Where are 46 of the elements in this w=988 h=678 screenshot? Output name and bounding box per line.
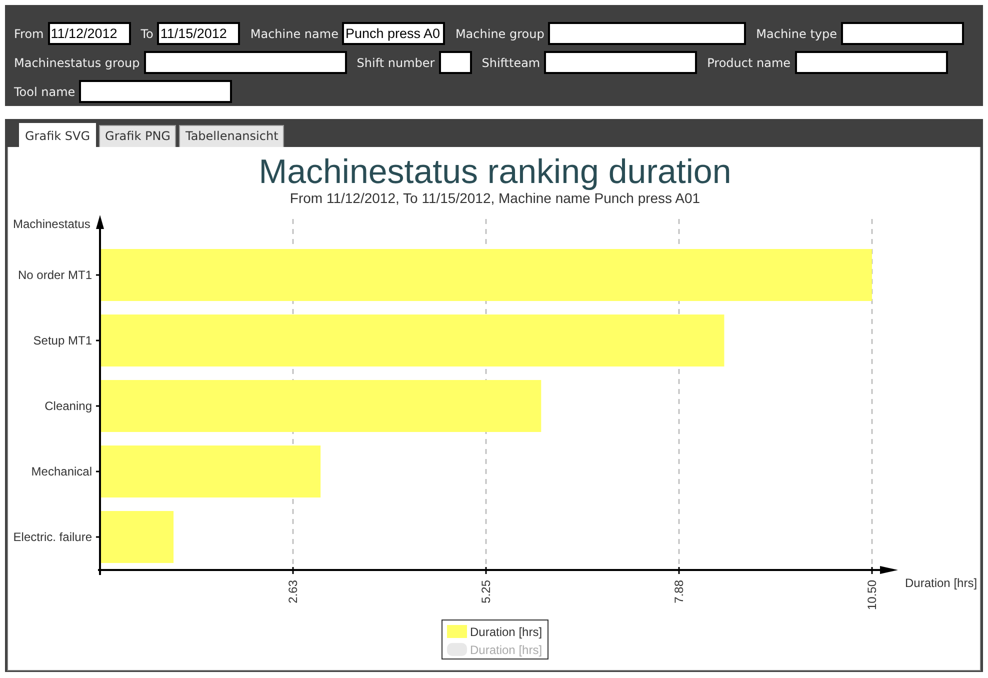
field-label: Machinestatus group bbox=[14, 54, 140, 72]
tick-label: 10.50 bbox=[865, 580, 879, 610]
category-label: Mechanical bbox=[31, 464, 92, 478]
input-field[interactable] bbox=[548, 22, 746, 45]
tick-mark bbox=[678, 567, 680, 574]
field-label: Machine group bbox=[455, 26, 544, 42]
input-field[interactable] bbox=[79, 80, 232, 103]
input-field[interactable] bbox=[438, 51, 472, 74]
category-label: Cleaning bbox=[44, 399, 92, 413]
tick-label: 2.63 bbox=[286, 580, 300, 604]
axis-title: Machinestatus bbox=[13, 217, 90, 231]
field-label: From bbox=[14, 26, 44, 42]
field-label: Product name bbox=[707, 54, 791, 72]
field-label: Machine type bbox=[756, 26, 837, 42]
chart-title: Machinestatus ranking duration bbox=[258, 153, 732, 191]
field-label: Tool name bbox=[14, 84, 76, 100]
tick-label: 5.25 bbox=[479, 580, 493, 604]
input-field[interactable] bbox=[544, 51, 698, 74]
input-field[interactable] bbox=[144, 51, 347, 74]
axis-title: Duration [hrs] bbox=[905, 576, 978, 590]
field-label: To bbox=[140, 26, 154, 42]
tick-mark bbox=[96, 405, 100, 407]
field-label: Shiftteam bbox=[482, 54, 540, 72]
tab[interactable]: Tabellenansicht bbox=[179, 125, 284, 147]
tick-label: 7.88 bbox=[672, 580, 686, 604]
category-label: Electric. failure bbox=[13, 530, 92, 544]
tick-mark bbox=[871, 567, 873, 574]
tick-mark bbox=[485, 567, 487, 574]
tick-mark bbox=[96, 340, 100, 342]
input-field[interactable]: 11/15/2012 bbox=[157, 22, 240, 45]
input-field[interactable]: 11/12/2012 bbox=[48, 22, 131, 45]
tick-mark bbox=[96, 274, 100, 276]
category-label: Setup MT1 bbox=[33, 334, 92, 348]
field-label: Machine name bbox=[250, 26, 338, 42]
input-field[interactable] bbox=[794, 51, 948, 74]
tick-mark bbox=[96, 536, 100, 538]
chart-subtitle: From 11/12/2012, To 11/15/2012, Machine name Punch press A01 bbox=[290, 190, 700, 206]
tab[interactable]: Grafik PNG bbox=[99, 125, 176, 147]
input-field[interactable]: Punch press A0 bbox=[342, 22, 446, 45]
tick-mark bbox=[96, 470, 100, 472]
tab[interactable]: Grafik SVG bbox=[19, 123, 96, 147]
tick-mark bbox=[292, 567, 294, 574]
legend-label[interactable]: Duration [hrs] bbox=[470, 625, 542, 639]
category-label: No order MT1 bbox=[18, 268, 92, 282]
field-label: Shift number bbox=[356, 54, 435, 72]
input-field[interactable] bbox=[841, 22, 964, 45]
